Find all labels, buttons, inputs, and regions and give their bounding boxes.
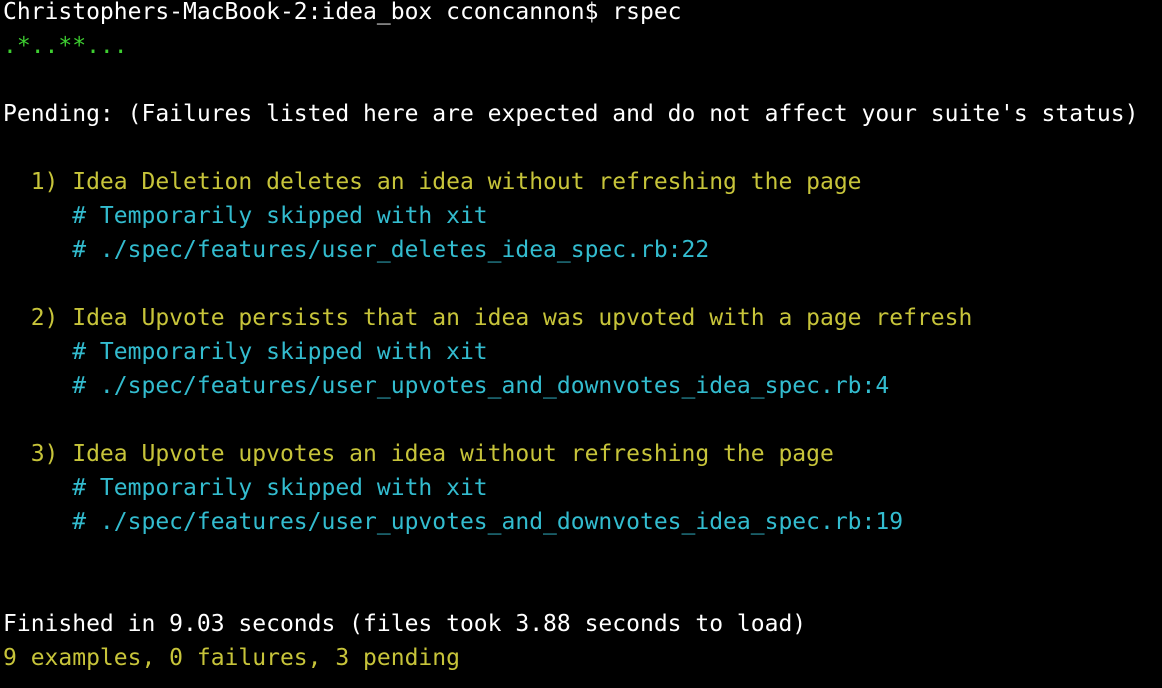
pending-item-1-location: # ./spec/features/user_deletes_idea_spec… [3,237,710,263]
pending-item-3-location: # ./spec/features/user_upvotes_and_downv… [3,509,904,535]
terminal-window[interactable]: Christophers-MacBook-2:idea_box cconcann… [0,0,1162,688]
finished-time-line: Finished in 9.03 seconds (files took 3.8… [3,611,807,637]
pending-item-1-title: 1) Idea Deletion deletes an idea without… [3,169,862,195]
pending-item-2-title: 2) Idea Upvote persists that an idea was… [3,305,973,331]
pending-item-2-location: # ./spec/features/user_upvotes_and_downv… [3,373,890,399]
test-progress-dots: .*..**... [3,33,128,59]
pending-item-1-reason: # Temporarily skipped with xit [3,203,488,229]
pending-header: Pending: (Failures listed here are expec… [3,101,1139,127]
pending-item-2-reason: # Temporarily skipped with xit [3,339,488,365]
command-prompt-line: Christophers-MacBook-2:idea_box cconcann… [3,0,682,25]
test-summary-line: 9 examples, 0 failures, 3 pending [3,645,460,671]
pending-item-3-title: 3) Idea Upvote upvotes an idea without r… [3,441,834,467]
pending-item-3-reason: # Temporarily skipped with xit [3,475,488,501]
